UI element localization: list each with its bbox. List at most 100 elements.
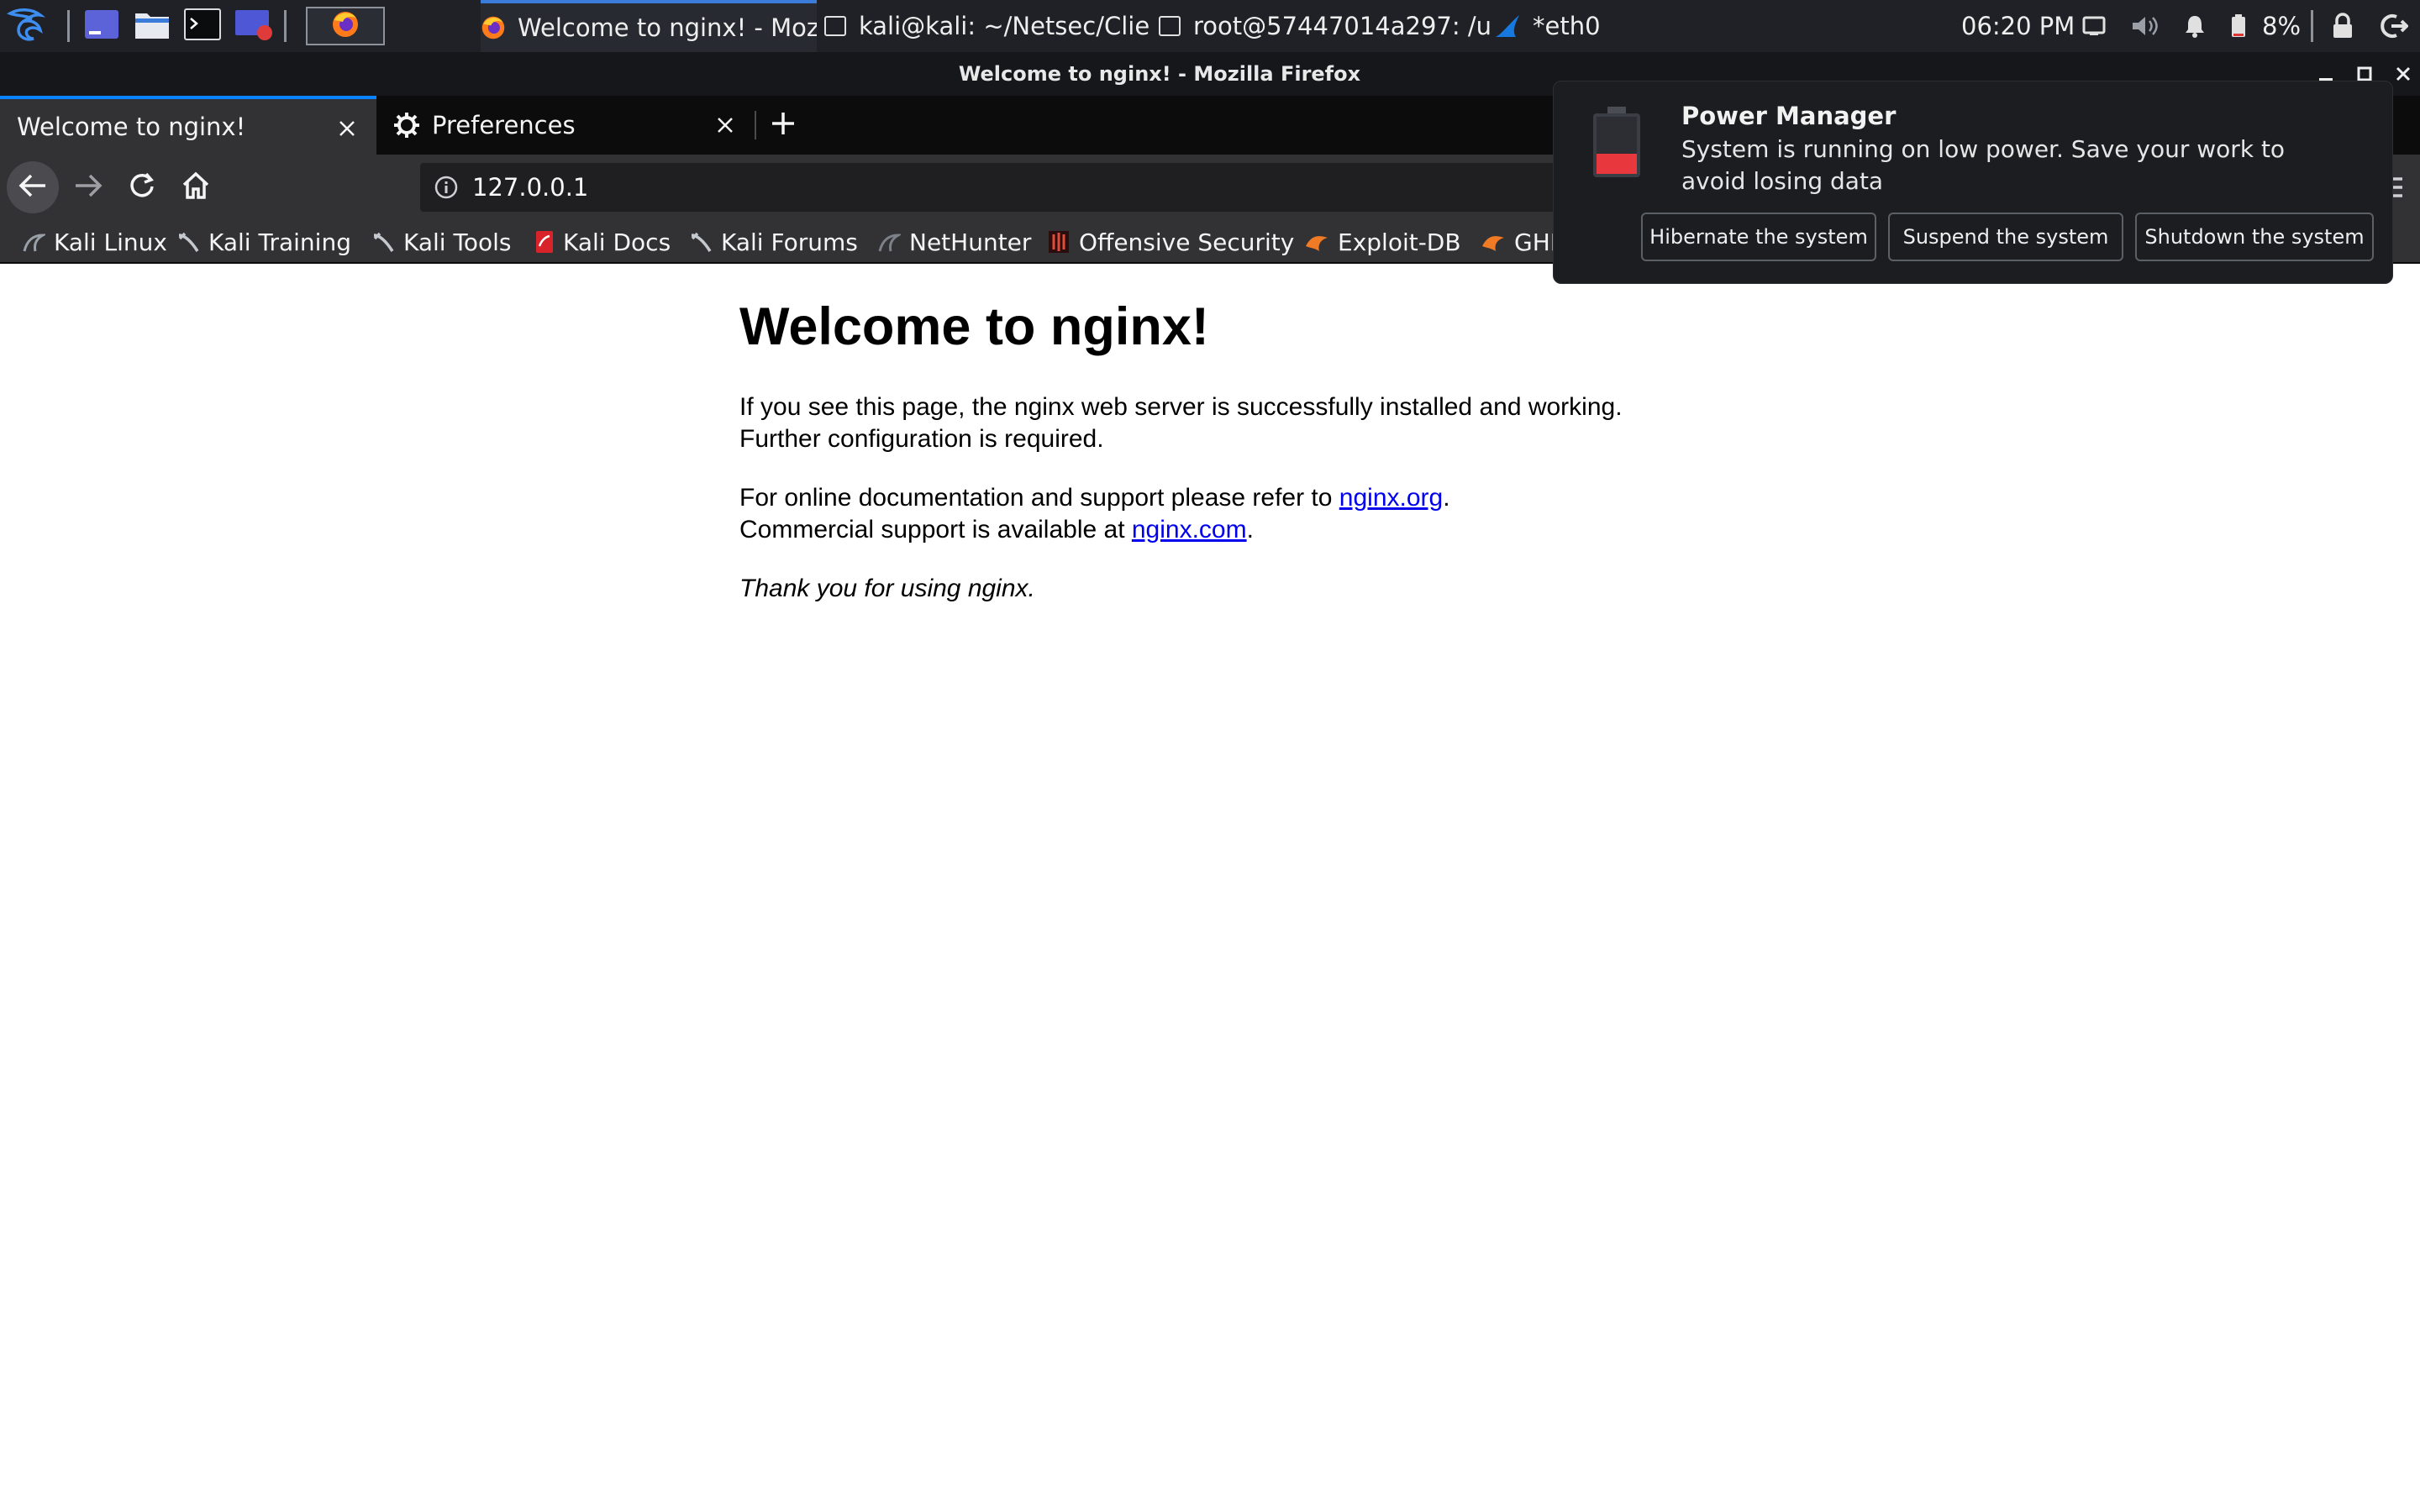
bookmark-kali-tools[interactable]: Kali Tools	[371, 220, 511, 264]
task-wireshark[interactable]: *eth0	[1494, 0, 1654, 52]
hibernate-button[interactable]: Hibernate the system	[1641, 213, 1876, 261]
home-button[interactable]	[170, 161, 222, 213]
lock-icon[interactable]	[2331, 0, 2354, 52]
task-firefox[interactable]: Welcome to nginx! - Moz...	[481, 0, 817, 52]
exploitdb-icon	[1481, 231, 1506, 253]
arrow-left-icon	[18, 173, 47, 202]
battery-percent: 8%	[2262, 12, 2302, 40]
kali-icon	[176, 230, 200, 254]
url-input[interactable]	[471, 172, 1731, 202]
tab-preferences[interactable]: Preferences	[378, 96, 755, 155]
panel-separator	[284, 10, 287, 42]
file-manager-button[interactable]	[131, 7, 173, 45]
kali-icon	[689, 230, 713, 254]
notification-title: Power Manager	[1681, 102, 1897, 130]
bookmark-kali-docs[interactable]: Kali Docs	[534, 220, 671, 264]
page-heading: Welcome to nginx!	[739, 297, 1209, 356]
gear-icon	[393, 112, 420, 139]
page-viewport: Welcome to nginx! If you see this page, …	[0, 264, 2420, 1512]
screen-record-icon	[234, 8, 275, 45]
tab-welcome-nginx[interactable]: Welcome to nginx!	[0, 96, 376, 155]
reload-button[interactable]	[116, 161, 168, 213]
task-terminal-kali[interactable]: kali@kali: ~/Netsec/Clie...	[823, 0, 1151, 52]
bookmark-exploit-db[interactable]: Exploit-DB	[1304, 220, 1461, 264]
panel-separator	[2311, 10, 2313, 42]
task-terminal-root[interactable]: root@57447014a297: /u...	[1158, 0, 1494, 52]
tab-label: Preferences	[432, 111, 576, 139]
shutdown-button[interactable]: Shutdown the system	[2135, 213, 2374, 261]
tab-separator	[755, 111, 756, 139]
power-manager-notification[interactable]: Power Manager System is running on low p…	[1553, 81, 2393, 284]
kali-dragon-icon	[6, 7, 47, 45]
offsec-icon	[1047, 229, 1071, 255]
intro-paragraph: If you see this page, the nginx web serv…	[739, 393, 1623, 453]
logout-icon[interactable]	[2380, 0, 2408, 52]
bookmark-nethunter[interactable]: NetHunter	[877, 220, 1031, 264]
bookmark-label: Kali Training	[208, 228, 351, 256]
forward-button[interactable]	[62, 161, 114, 213]
kali-icon	[371, 230, 395, 254]
page-body: Welcome to nginx! If you see this page, …	[739, 297, 1832, 632]
bookmark-label: NetHunter	[909, 228, 1032, 256]
task-label: *eth0	[1533, 12, 1601, 40]
suspend-button[interactable]: Suspend the system	[1888, 213, 2123, 261]
volume-icon[interactable]	[2131, 0, 2160, 52]
kali-docs-icon	[534, 229, 555, 255]
bookmark-label: Kali Linux	[54, 228, 167, 256]
support-punct: .	[1443, 484, 1450, 512]
tab-close-icon[interactable]	[333, 114, 361, 143]
clock[interactable]: 06:20 PM	[1961, 0, 2075, 52]
close-icon[interactable]	[2395, 60, 2412, 89]
tab-label: Welcome to nginx!	[17, 113, 246, 141]
terminal-window-icon	[823, 15, 847, 37]
top-panel: Welcome to nginx! - Moz... kali@kali: ~/…	[0, 0, 2420, 52]
bookmark-kali-training[interactable]: Kali Training	[176, 220, 351, 264]
plus-icon	[771, 111, 796, 139]
bookmark-label: Offensive Security	[1079, 228, 1295, 256]
task-label: kali@kali: ~/Netsec/Clie...	[859, 12, 1151, 40]
bookmark-kali-linux[interactable]: Kali Linux	[22, 220, 167, 264]
folder-icon	[134, 8, 171, 44]
bookmark-label: Kali Tools	[403, 228, 512, 256]
commercial-text: Commercial support is available at	[739, 516, 1132, 543]
kali-menu-button[interactable]	[3, 7, 50, 45]
terminal-button[interactable]	[182, 7, 224, 45]
task-label: Welcome to nginx! - Moz...	[518, 13, 817, 42]
nethunter-icon	[877, 230, 901, 254]
kali-icon	[22, 230, 45, 254]
terminal-icon	[184, 8, 221, 44]
bookmark-label: Kali Forums	[721, 228, 858, 256]
wireshark-fin-icon	[1494, 13, 1521, 39]
show-desktop-button[interactable]	[81, 7, 123, 45]
firefox-icon	[481, 15, 506, 40]
notification-body: System is running on low power. Save you…	[1681, 135, 2286, 195]
panel-separator	[67, 10, 70, 42]
display-icon[interactable]	[2082, 0, 2106, 52]
nginx-com-link[interactable]: nginx.com	[1132, 516, 1247, 543]
firefox-launcher-button[interactable]	[306, 7, 385, 45]
bookmark-label: Exploit-DB	[1338, 228, 1461, 256]
support-text: For online documentation and support ple…	[739, 484, 1339, 512]
firefox-icon	[331, 10, 360, 42]
reload-icon	[128, 171, 156, 203]
screen-recorder-button[interactable]	[232, 7, 277, 45]
exploitdb-icon	[1304, 231, 1329, 253]
bookmark-offensive-security[interactable]: Offensive Security	[1047, 220, 1294, 264]
bookmark-kali-forums[interactable]: Kali Forums	[689, 220, 858, 264]
new-tab-button[interactable]	[760, 101, 807, 150]
info-icon[interactable]	[434, 175, 459, 200]
battery-low-icon	[1591, 105, 1643, 182]
bookmark-label: Kali Docs	[563, 228, 671, 256]
commercial-punct: .	[1246, 516, 1254, 543]
thanks-paragraph: Thank you for using nginx.	[739, 573, 1832, 605]
arrow-right-icon	[74, 173, 103, 202]
nginx-org-link[interactable]: nginx.org	[1339, 484, 1443, 512]
terminal-window-icon	[1158, 15, 1181, 37]
home-icon	[182, 171, 210, 203]
notification-bell-icon[interactable]	[2183, 0, 2207, 52]
battery-icon[interactable]	[2230, 0, 2247, 52]
desktop-icon	[84, 9, 119, 43]
support-paragraph: For online documentation and support ple…	[739, 482, 1832, 546]
back-button[interactable]	[7, 161, 59, 213]
tab-close-icon[interactable]	[711, 111, 739, 139]
